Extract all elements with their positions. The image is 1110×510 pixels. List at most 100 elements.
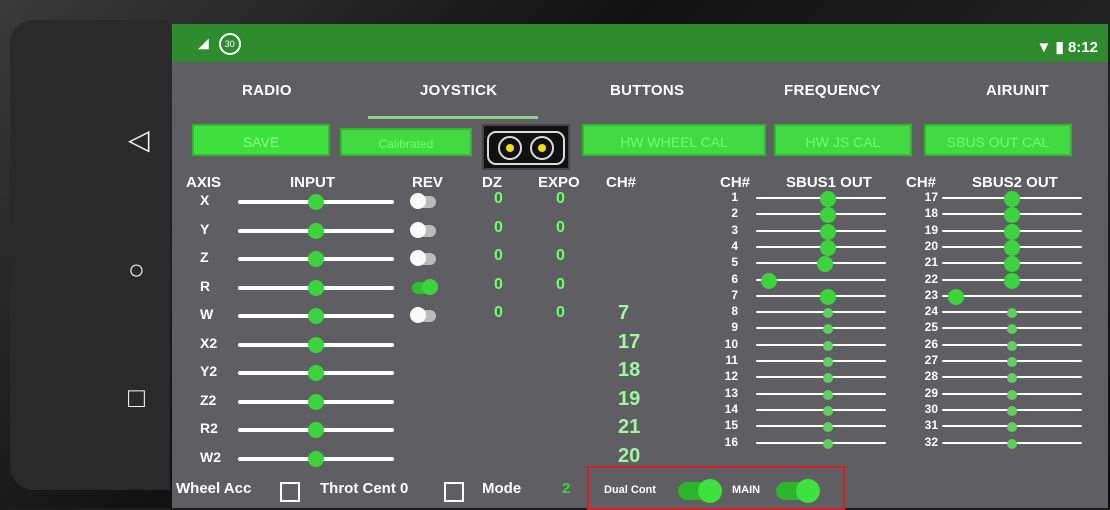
dz-value[interactable]: 0	[494, 276, 503, 294]
slider-knob[interactable]	[1007, 357, 1017, 367]
input-slider[interactable]	[238, 365, 394, 381]
sbus-slider[interactable]	[756, 324, 886, 335]
tab-airunit[interactable]: AIRUNIT	[986, 82, 1049, 99]
slider-knob[interactable]	[1004, 239, 1020, 256]
sbus-slider[interactable]	[942, 373, 1082, 384]
tab-radio[interactable]: RADIO	[242, 82, 292, 99]
input-slider[interactable]	[238, 251, 394, 267]
rev-toggle[interactable]	[410, 250, 436, 266]
channel-value[interactable]: 7	[618, 302, 629, 325]
slider-knob[interactable]	[822, 308, 833, 319]
mode-value[interactable]: 2	[562, 480, 570, 497]
sbus-slider[interactable]	[942, 389, 1082, 400]
slider-knob[interactable]	[1004, 191, 1020, 207]
slider-knob[interactable]	[822, 340, 833, 351]
sbus-slider[interactable]	[942, 256, 1082, 273]
sbus-slider[interactable]	[942, 207, 1082, 224]
sbus-slider[interactable]	[942, 438, 1082, 449]
slider-knob[interactable]	[819, 288, 836, 305]
slider-knob[interactable]	[1007, 389, 1017, 400]
input-slider[interactable]	[238, 336, 394, 353]
slider-knob[interactable]	[308, 251, 324, 267]
sbus-slider[interactable]	[756, 405, 886, 416]
dz-value[interactable]: 0	[494, 247, 503, 265]
slider-knob[interactable]	[822, 389, 833, 400]
slider-knob[interactable]	[308, 308, 324, 324]
sbus-slider[interactable]	[942, 191, 1082, 207]
slider-knob[interactable]	[822, 324, 833, 335]
slider-knob[interactable]	[816, 256, 833, 273]
save-button[interactable]: SAVE	[192, 124, 330, 156]
slider-knob[interactable]	[819, 207, 836, 224]
rev-toggle[interactable]	[412, 278, 438, 295]
input-slider[interactable]	[238, 422, 394, 438]
sbus-slider[interactable]	[756, 308, 886, 319]
wheel-acc-checkbox[interactable]	[280, 482, 300, 502]
channel-value[interactable]: 20	[618, 445, 640, 468]
tab-frequency[interactable]: FREQUENCY	[784, 82, 881, 99]
dz-value[interactable]: 0	[494, 304, 503, 322]
sbus-slider[interactable]	[942, 239, 1082, 256]
sbus-slider[interactable]	[756, 272, 886, 289]
rev-toggle[interactable]	[410, 307, 436, 323]
slider-knob[interactable]	[822, 405, 833, 416]
sbus-slider[interactable]	[756, 389, 886, 400]
slider-knob[interactable]	[1004, 207, 1020, 224]
sbus-slider[interactable]	[756, 191, 886, 207]
slider-knob[interactable]	[1007, 340, 1017, 351]
recents-icon[interactable]: □	[128, 384, 145, 412]
slider-knob[interactable]	[1007, 373, 1017, 384]
sbus-slider[interactable]	[942, 324, 1082, 335]
input-slider[interactable]	[238, 222, 394, 239]
sbus-slider[interactable]	[756, 288, 886, 305]
input-slider[interactable]	[238, 393, 394, 410]
sbus-slider[interactable]	[756, 207, 886, 224]
throt-cent-checkbox[interactable]	[444, 482, 464, 502]
slider-knob[interactable]	[308, 393, 324, 410]
channel-value[interactable]: 21	[618, 416, 640, 439]
slider-knob[interactable]	[1004, 272, 1020, 289]
slider-knob[interactable]	[308, 336, 324, 353]
sbus-slider[interactable]	[942, 272, 1082, 289]
input-slider[interactable]	[238, 279, 394, 296]
slider-knob[interactable]	[308, 222, 324, 239]
sbus-slider[interactable]	[942, 340, 1082, 351]
slider-knob[interactable]	[819, 223, 836, 240]
sbus-slider[interactable]	[942, 357, 1082, 367]
expo-value[interactable]: 0	[556, 219, 565, 237]
sbus-slider[interactable]	[942, 288, 1082, 305]
sbus-slider[interactable]	[756, 438, 886, 449]
slider-knob[interactable]	[761, 272, 777, 289]
hw-wheel-cal-button[interactable]: HW WHEEL CAL	[582, 124, 766, 156]
input-slider[interactable]	[238, 308, 394, 324]
slider-knob[interactable]	[308, 365, 324, 381]
slider-knob[interactable]	[1004, 223, 1020, 240]
tab-buttons[interactable]: BUTTONS	[610, 82, 684, 99]
sbus-slider[interactable]	[942, 422, 1082, 433]
slider-knob[interactable]	[822, 373, 833, 384]
channel-value[interactable]: 17	[618, 331, 640, 354]
sbus-slider[interactable]	[756, 373, 886, 384]
slider-knob[interactable]	[1007, 308, 1017, 319]
hw-js-cal-button[interactable]: HW JS CAL	[774, 124, 912, 156]
slider-knob[interactable]	[948, 288, 964, 305]
slider-knob[interactable]	[819, 191, 836, 207]
channel-value[interactable]: 19	[618, 388, 640, 411]
back-icon[interactable]: ◁	[128, 126, 150, 154]
rev-toggle[interactable]	[410, 221, 436, 238]
sbus-out-cal-button[interactable]: SBUS OUT CAL	[924, 124, 1072, 156]
slider-knob[interactable]	[308, 194, 324, 210]
dz-value[interactable]: 0	[494, 219, 503, 237]
calibrated-button[interactable]: Calibrated	[340, 128, 472, 156]
sbus-slider[interactable]	[756, 223, 886, 240]
slider-knob[interactable]	[1007, 324, 1017, 335]
rev-toggle[interactable]	[410, 193, 436, 209]
slider-knob[interactable]	[822, 422, 833, 433]
sbus-slider[interactable]	[756, 239, 886, 256]
slider-knob[interactable]	[1007, 405, 1017, 416]
slider-knob[interactable]	[1007, 438, 1017, 449]
sbus-slider[interactable]	[942, 223, 1082, 240]
slider-knob[interactable]	[308, 422, 324, 438]
expo-value[interactable]: 0	[556, 304, 565, 322]
dz-value[interactable]: 0	[494, 190, 503, 208]
